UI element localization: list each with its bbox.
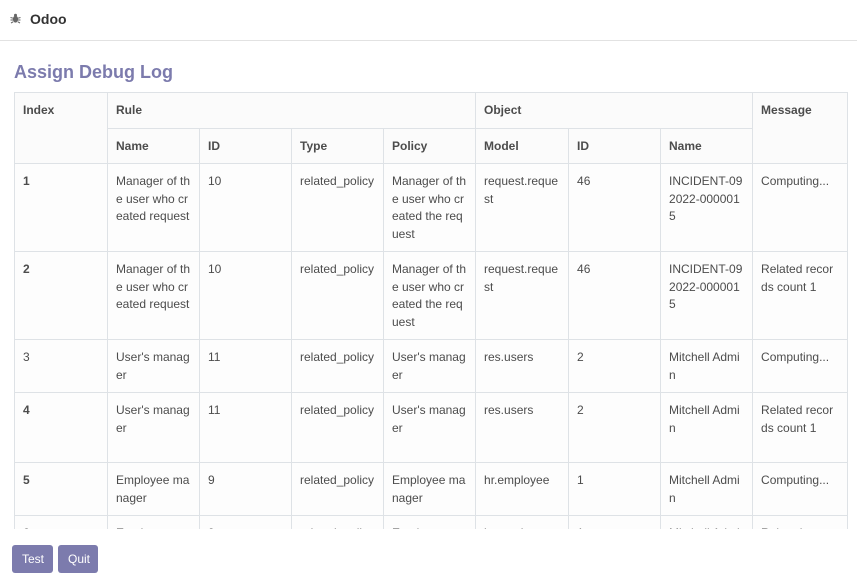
cell-message: Related records count 1 <box>752 392 848 463</box>
table-row: 2 Manager of the user who created reques… <box>14 251 848 340</box>
cell-rule-type: related_policy <box>291 339 384 393</box>
cell-object-id: 1 <box>568 462 662 516</box>
cell-rule-policy: User's manager <box>382 392 477 463</box>
cell-rule-name: User's manager <box>107 392 200 463</box>
cell-rule-name: User's manager <box>107 339 200 393</box>
cell-object-id: 2 <box>568 392 662 463</box>
table-row: 1 Manager of the user who created reques… <box>14 163 848 252</box>
cell-object-name: Mitchell Admin <box>660 515 754 529</box>
table-row: 4 User's manager 11 related_policy User'… <box>14 392 848 463</box>
cell-object-name: Mitchell Admin <box>660 392 754 463</box>
cell-object-id: 2 <box>568 339 662 393</box>
page-title: Assign Debug Log <box>14 62 173 82</box>
cell-rule-policy: Manager of the user who created the requ… <box>382 163 477 252</box>
sub-header-row: Name ID Type Policy Model ID Name <box>15 127 848 164</box>
cell-object-name: Mitchell Admin <box>660 339 754 393</box>
cell-object-model: res.users <box>475 392 570 463</box>
cell-rule-name: Manager of the user who created request <box>107 251 200 340</box>
cell-rule-id: 9 <box>199 462 292 516</box>
table-row: 6 Employee manager 9 related_policy Empl… <box>14 515 848 529</box>
header-object: Object <box>475 92 754 129</box>
header-rule: Rule <box>106 92 477 129</box>
cell-rule-id: 10 <box>199 251 292 340</box>
cell-index: 3 <box>14 339 108 393</box>
cell-rule-id: 11 <box>199 339 292 393</box>
cell-rule-type: related_policy <box>291 392 384 463</box>
header-object-name: Name <box>660 127 754 164</box>
cell-object-name: INCIDENT-092022-0000015 <box>660 163 754 252</box>
cell-message: Related records count 1 <box>752 251 848 340</box>
cell-object-model: hr.employee <box>475 515 570 529</box>
cell-object-model: res.users <box>475 339 570 393</box>
cell-rule-id: 9 <box>199 515 292 529</box>
bug-icon <box>10 13 21 24</box>
test-button[interactable]: Test <box>12 545 53 573</box>
cell-index: 4 <box>14 392 108 463</box>
cell-index: 2 <box>14 251 108 340</box>
header-rule-name: Name <box>107 127 200 164</box>
group-header-row: Index Rule Object Message <box>14 92 848 164</box>
header-rule-type: Type <box>291 127 384 164</box>
table-row: 3 User's manager 11 related_policy User'… <box>14 339 848 393</box>
cell-object-name: INCIDENT-092022-0000015 <box>660 251 754 340</box>
cell-rule-name: Employee manager <box>107 462 200 516</box>
cell-object-model: request.request <box>475 251 570 340</box>
cell-rule-type: related_policy <box>291 251 384 340</box>
top-bar: Odoo <box>0 0 857 41</box>
cell-message: Computing... <box>752 462 848 516</box>
cell-rule-type: related_policy <box>291 515 384 529</box>
cell-message: Related records count 1 <box>752 515 848 529</box>
header-object-model: Model <box>475 127 570 164</box>
cell-object-id: 46 <box>568 163 662 252</box>
cell-rule-policy: User's manager <box>382 339 477 393</box>
cell-object-id: 46 <box>568 251 662 340</box>
cell-rule-type: related_policy <box>291 462 384 516</box>
cell-rule-policy: Employee manager <box>382 515 477 529</box>
cell-rule-id: 10 <box>199 163 292 252</box>
header-message: Message <box>752 92 848 164</box>
header-rule-policy: Policy <box>382 127 477 164</box>
cell-message: Computing... <box>752 163 848 252</box>
cell-object-model: hr.employee <box>475 462 570 516</box>
cell-rule-policy: Manager of the user who created the requ… <box>382 251 477 340</box>
table-row: 5 Employee manager 9 related_policy Empl… <box>14 462 848 516</box>
debug-log-table-container[interactable]: Index Rule Object Message Name ID Type P… <box>14 92 848 529</box>
cell-rule-policy: Employee manager <box>382 462 477 516</box>
cell-object-name: Mitchell Admin <box>660 462 754 516</box>
brand-name: Odoo <box>30 11 67 27</box>
header-rule-id: ID <box>199 127 292 164</box>
dialog-footer: Test Quit <box>0 530 857 588</box>
cell-index: 5 <box>14 462 108 516</box>
debug-log-table: Index Rule Object Message Name ID Type P… <box>14 92 848 529</box>
quit-button[interactable]: Quit <box>58 545 98 573</box>
header-object-id: ID <box>568 127 662 164</box>
cell-index: 6 <box>14 515 108 529</box>
cell-rule-name: Manager of the user who created request <box>107 163 200 252</box>
header-index: Index <box>14 92 108 164</box>
cell-rule-type: related_policy <box>291 163 384 252</box>
cell-rule-id: 11 <box>199 392 292 463</box>
cell-object-id: 1 <box>568 515 662 529</box>
cell-message: Computing... <box>752 339 848 393</box>
cell-object-model: request.request <box>475 163 570 252</box>
cell-rule-name: Employee manager <box>107 515 200 529</box>
cell-index: 1 <box>14 163 108 252</box>
